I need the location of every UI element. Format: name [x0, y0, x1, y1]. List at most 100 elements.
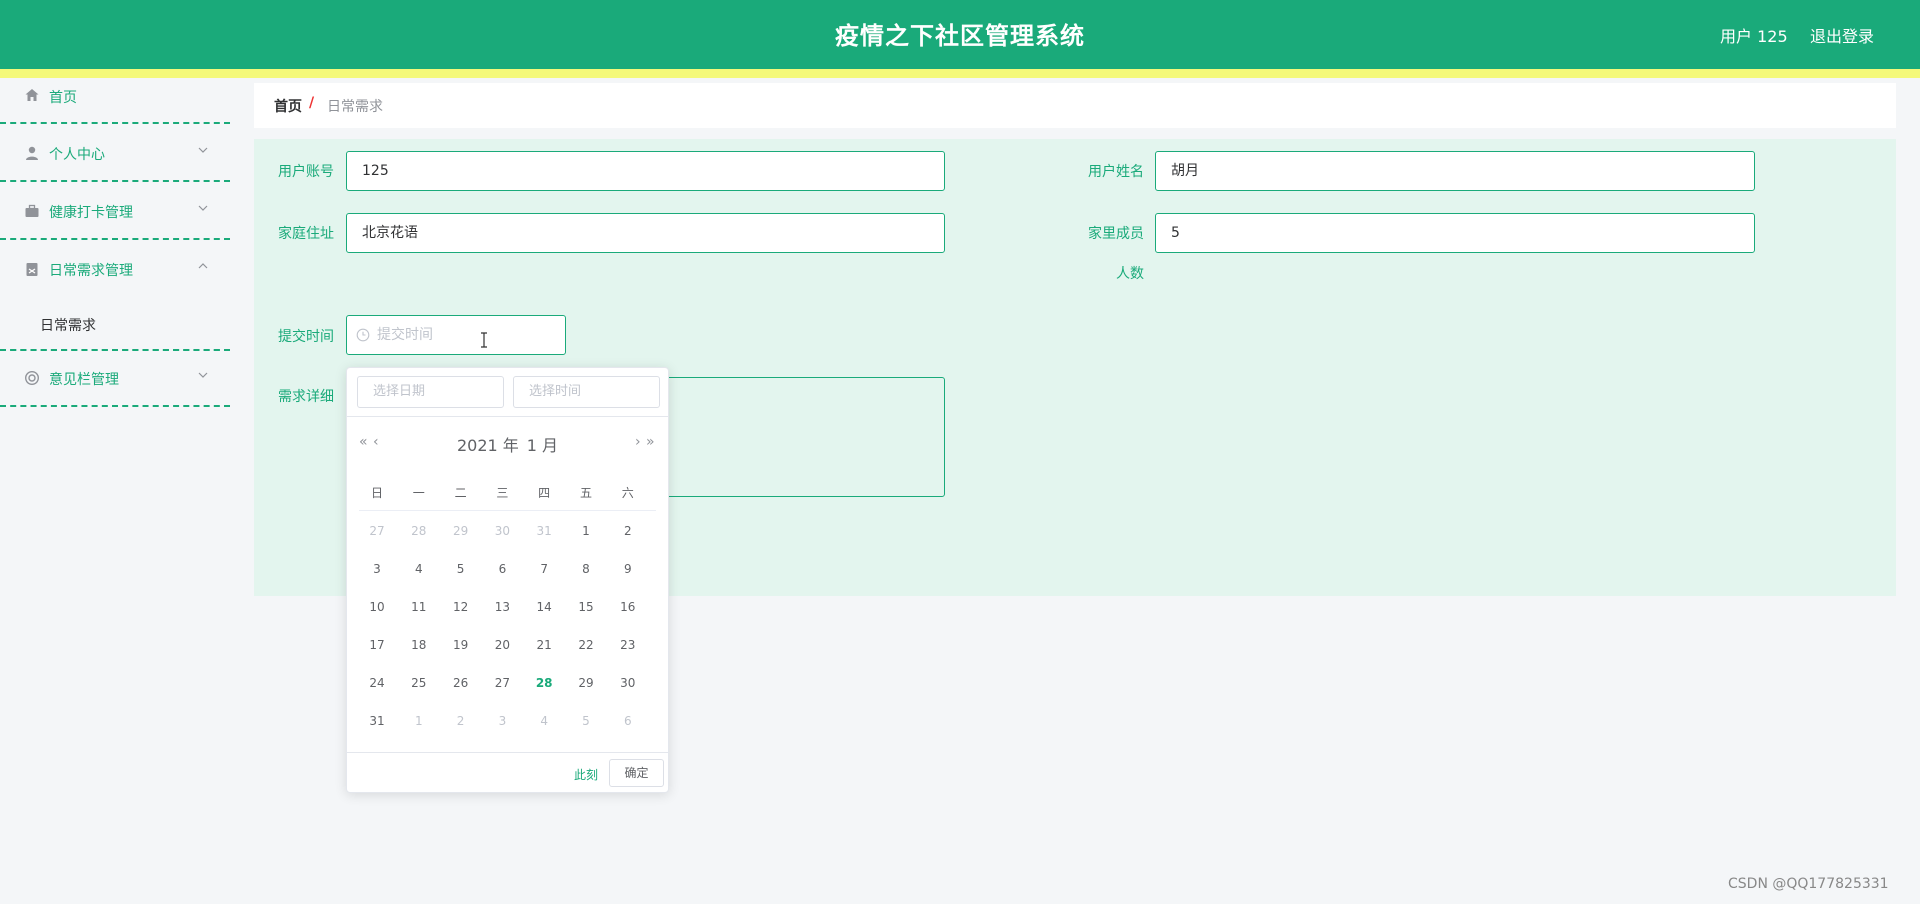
clock-icon	[356, 328, 370, 342]
lifebuoy-icon	[24, 370, 40, 386]
address-input[interactable]: 北京花语	[346, 213, 945, 253]
breadcrumb-home[interactable]: 首页	[274, 96, 302, 116]
account-input[interactable]: 125	[346, 151, 945, 191]
calendar-day[interactable]: 25	[404, 676, 434, 690]
calendar-day[interactable]: 19	[446, 638, 476, 652]
sidebar-item-label: 意见栏管理	[49, 372, 119, 388]
sidebar-item-home[interactable]: 首页	[0, 78, 230, 124]
user-icon	[26, 146, 38, 160]
chevron-down-icon	[198, 205, 208, 211]
name-label: 用户姓名	[1088, 164, 1144, 180]
account-label: 用户账号	[278, 164, 334, 180]
calendar-day[interactable]: 29	[571, 676, 601, 690]
calendar-day[interactable]: 4	[404, 562, 434, 576]
submit-time-placeholder: 提交时间	[377, 327, 433, 343]
calendar-day[interactable]: 6	[487, 562, 517, 576]
weekday-divider	[359, 510, 656, 511]
calendar-day[interactable]: 23	[613, 638, 643, 652]
picker-time-input[interactable]: 选择时间	[513, 376, 660, 408]
calendar-day[interactable]: 27	[487, 676, 517, 690]
weekday-header: 二	[454, 486, 467, 500]
picker-year[interactable]: 2021 年	[457, 436, 519, 455]
name-input[interactable]: 胡月	[1155, 151, 1755, 191]
calendar-day[interactable]: 21	[529, 638, 559, 652]
calendar-day[interactable]: 27	[362, 524, 392, 538]
calendar-day[interactable]: 29	[446, 524, 476, 538]
chevron-down-icon	[198, 147, 208, 153]
weekday-header: 六	[621, 486, 634, 500]
weekday-header: 日	[370, 486, 383, 500]
calendar-day[interactable]: 1	[571, 524, 601, 538]
calendar-day[interactable]: 20	[487, 638, 517, 652]
calendar-day[interactable]: 4	[529, 714, 559, 728]
calendar-day[interactable]: 31	[529, 524, 559, 538]
date-picker-popup: 选择日期 选择时间 « ‹ 2021 年1 月 › » 此刻 确定 日一二三四五…	[346, 367, 669, 793]
calendar-day[interactable]: 15	[571, 600, 601, 614]
calendar-day[interactable]: 6	[613, 714, 643, 728]
calendar-day[interactable]: 28	[529, 676, 559, 690]
breadcrumb: 首页 / 日常需求	[254, 83, 1896, 128]
calendar-day[interactable]: 5	[571, 714, 601, 728]
calendar-day[interactable]: 13	[487, 600, 517, 614]
breadcrumb-current: 日常需求	[327, 99, 383, 115]
calendar-day[interactable]: 7	[529, 562, 559, 576]
sidebar-item-label: 健康打卡管理	[49, 205, 133, 221]
calendar-day[interactable]: 14	[529, 600, 559, 614]
briefcase-icon	[25, 204, 39, 217]
weekday-header: 五	[579, 486, 592, 500]
header-accent-strip	[0, 69, 1920, 78]
logout-link[interactable]: 退出登录	[1810, 23, 1874, 47]
clipboard-icon	[26, 263, 38, 276]
watermark: CSDN @QQ177825331	[1728, 876, 1889, 892]
calendar-day[interactable]: 3	[362, 562, 392, 576]
current-user: 用户 125	[1720, 27, 1788, 46]
calendar-day[interactable]: 5	[446, 562, 476, 576]
calendar-day[interactable]: 12	[446, 600, 476, 614]
sidebar: 首页 个人中心 健康打卡管理 日常需求管理 日常需求 意见栏管理	[0, 78, 230, 904]
sidebar-item-personal-center[interactable]: 个人中心	[0, 124, 230, 182]
address-label: 家庭住址	[278, 226, 334, 242]
calendar-day[interactable]: 11	[404, 600, 434, 614]
text-cursor-icon	[481, 332, 487, 348]
sidebar-subitem-daily-needs[interactable]: 日常需求	[0, 301, 230, 349]
calendar-day[interactable]: 17	[362, 638, 392, 652]
members-input[interactable]: 5	[1155, 213, 1755, 253]
now-button[interactable]: 此刻	[574, 766, 598, 783]
calendar-day[interactable]: 18	[404, 638, 434, 652]
calendar-day[interactable]: 26	[446, 676, 476, 690]
sidebar-item-health-checkin[interactable]: 健康打卡管理	[0, 182, 230, 240]
calendar-day[interactable]: 31	[362, 714, 392, 728]
calendar-day[interactable]: 9	[613, 562, 643, 576]
sidebar-item-feedback[interactable]: 意见栏管理	[0, 349, 230, 407]
calendar-day[interactable]: 1	[404, 714, 434, 728]
calendar-day[interactable]: 22	[571, 638, 601, 652]
sidebar-item-label: 个人中心	[49, 147, 105, 163]
sidebar-item-label: 首页	[49, 90, 77, 106]
chevron-up-icon	[198, 263, 208, 269]
weekday-header: 一	[412, 486, 425, 500]
app-header: 疫情之下社区管理系统 用户 125 退出登录	[0, 0, 1920, 69]
calendar-day[interactable]: 2	[613, 524, 643, 538]
picker-month[interactable]: 1 月	[527, 436, 558, 455]
next-year-icon[interactable]: »	[646, 434, 655, 450]
submit-time-label: 提交时间	[278, 329, 334, 345]
calendar-day[interactable]: 30	[487, 524, 517, 538]
sidebar-item-daily-needs[interactable]: 日常需求管理	[0, 240, 230, 301]
confirm-button[interactable]: 确定	[609, 759, 664, 787]
calendar-day[interactable]: 28	[404, 524, 434, 538]
calendar-day[interactable]: 16	[613, 600, 643, 614]
members-label-suffix: 人数	[1116, 266, 1144, 282]
calendar-day[interactable]: 2	[446, 714, 476, 728]
members-label: 家里成员	[1088, 226, 1144, 242]
picker-date-input[interactable]: 选择日期	[357, 376, 504, 408]
submit-time-input[interactable]: 提交时间	[346, 315, 566, 355]
picker-title: 2021 年 1 月	[347, 432, 668, 456]
next-month-icon[interactable]: ›	[635, 434, 641, 450]
calendar-day[interactable]: 3	[487, 714, 517, 728]
chevron-down-icon	[198, 372, 208, 378]
calendar-day[interactable]: 8	[571, 562, 601, 576]
calendar-day[interactable]: 10	[362, 600, 392, 614]
app-title: 疫情之下社区管理系统	[835, 22, 1085, 50]
calendar-day[interactable]: 24	[362, 676, 392, 690]
calendar-day[interactable]: 30	[613, 676, 643, 690]
